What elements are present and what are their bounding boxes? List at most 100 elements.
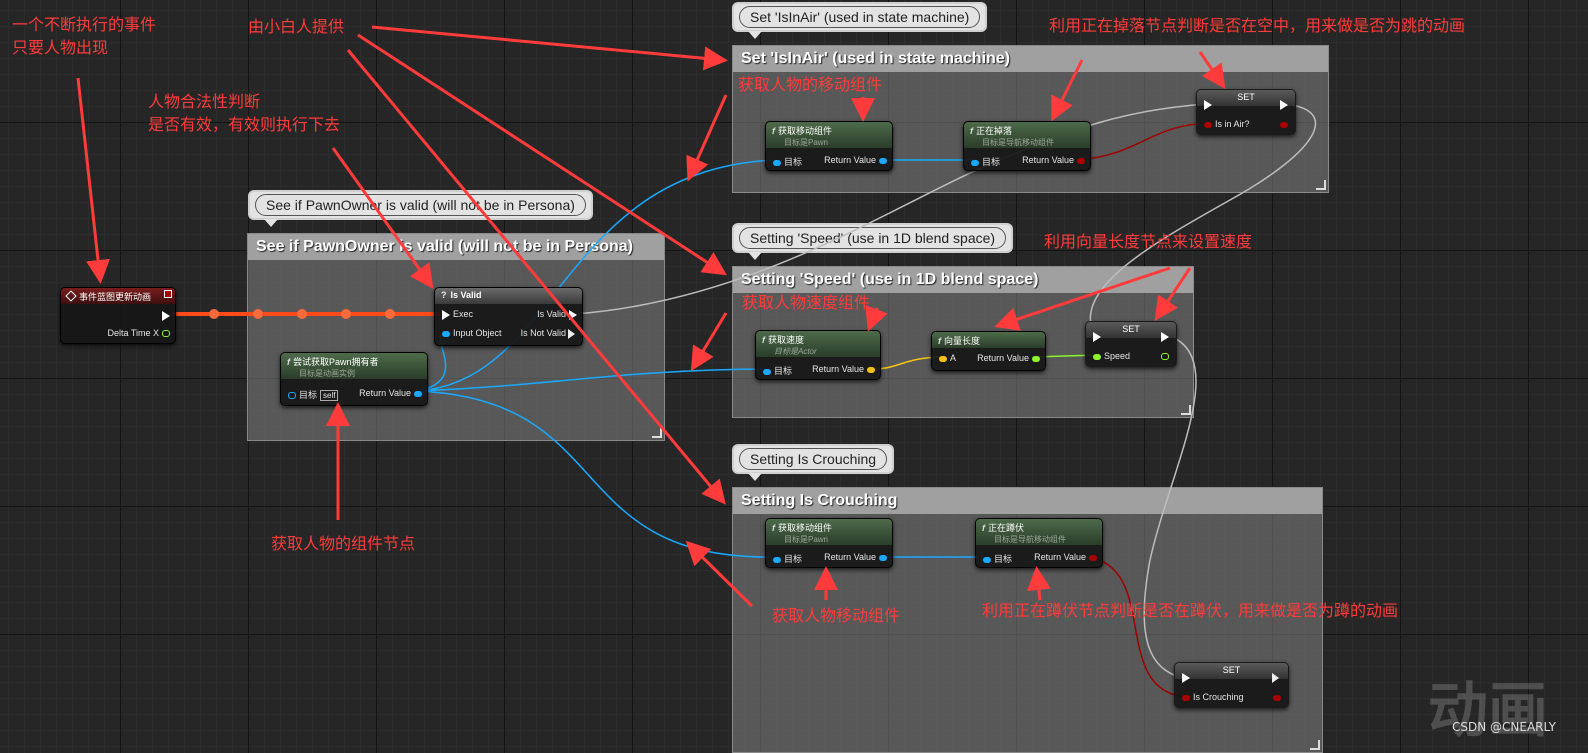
resize-handle[interactable] (652, 428, 662, 438)
comment-title: See if PawnOwner is valid (will not be i… (248, 234, 664, 260)
target-input-pin[interactable]: 目标 (770, 155, 802, 168)
is-in-air-pin[interactable]: Is in Air? (1201, 119, 1250, 129)
target-input-pin[interactable]: 目标 (968, 155, 1000, 168)
node-title: 正在掉落 (976, 126, 1013, 136)
exec-input-pin[interactable]: Exec (439, 309, 473, 320)
comment-bubble-pawn-valid[interactable]: See if PawnOwner is valid (will not be i… (248, 190, 593, 227)
pin-label: Exec (453, 309, 474, 319)
pin-label: Return Value (812, 364, 864, 374)
exec-output-pin[interactable] (1158, 331, 1172, 342)
bool-pin-icon (1273, 694, 1281, 701)
node-title: 获取移动组件 (778, 523, 833, 533)
node-subtitle: 目标是Pawn (784, 535, 829, 544)
is-crouching-node[interactable]: f 正在蹲伏 目标是导航移动组件 目标 Return Value (975, 518, 1103, 568)
node-header[interactable]: f 获取移动组件 目标是Pawn (766, 122, 892, 148)
pin-label: 目标 (299, 390, 318, 400)
target-input-pin[interactable]: 目标 self (285, 388, 339, 401)
self-default-value[interactable]: self (320, 390, 339, 401)
is-crouching-pin[interactable]: Is Crouching (1179, 692, 1244, 702)
comment-bubble-crouch[interactable]: Setting Is Crouching (732, 444, 895, 481)
float-pin-icon (1032, 355, 1040, 362)
target-input-pin[interactable]: 目标 (770, 552, 802, 565)
vector-pin-icon (939, 355, 947, 362)
bool-pin-icon (1077, 157, 1085, 164)
is-not-valid-output-pin[interactable]: Is Not Valid (521, 328, 580, 339)
return-value-pin[interactable]: Return Value (1034, 552, 1100, 562)
pin-label: Speed (1104, 351, 1131, 361)
exec-pin-icon (442, 309, 450, 320)
return-value-pin[interactable]: Return Value (812, 364, 878, 374)
resize-handle[interactable] (1316, 180, 1326, 190)
return-value-pin[interactable]: Return Value (359, 388, 425, 398)
node-close-icon[interactable] (164, 290, 172, 298)
set-speed-node[interactable]: SET Speed (1085, 321, 1177, 367)
get-velocity-node[interactable]: f 获取速度 目标是Actor 目标 Return Value (755, 330, 881, 380)
pin-label: 目标 (774, 366, 793, 376)
speed-pin[interactable]: Speed (1090, 351, 1130, 361)
a-input-pin[interactable]: A (936, 353, 956, 363)
get-movement-component-node-2[interactable]: f 获取移动组件 目标是Pawn 目标 Return Value (765, 518, 893, 568)
node-header[interactable]: f 尝试获取Pawn拥有者 目标是动画实例 (281, 353, 427, 379)
get-movement-component-node-1[interactable]: f 获取移动组件 目标是Pawn 目标 Return Value (765, 121, 893, 171)
delta-time-pin[interactable]: Delta Time X (107, 328, 173, 338)
return-value-pin[interactable]: Return Value (824, 552, 890, 562)
annotation-get-speed: 获取人物速度组件 (742, 293, 871, 312)
object-pin-icon (983, 556, 991, 563)
pin-label: Return Value (977, 353, 1029, 363)
return-value-pin[interactable]: Return Value (977, 353, 1043, 363)
input-object-pin[interactable]: Input Object (439, 328, 502, 338)
exec-output-pin[interactable] (1277, 99, 1291, 110)
function-icon: f (970, 126, 973, 136)
pin-label: Return Value (824, 155, 876, 165)
node-header[interactable]: 事件蓝图更新动画 (61, 288, 175, 304)
float-pin-icon (1161, 353, 1169, 361)
pin-label: 目标 (784, 554, 803, 564)
node-header[interactable]: f 获取速度 目标是Actor (756, 331, 880, 357)
node-header[interactable]: ? Is Valid (435, 288, 582, 304)
exec-hollow-pin-icon (1272, 672, 1281, 683)
exec-input-pin[interactable] (1179, 672, 1193, 683)
exec-pin-icon (569, 309, 577, 320)
event-blueprint-update-animation-node[interactable]: 事件蓝图更新动画 Delta Time X (60, 287, 176, 344)
exec-pin-icon (1161, 331, 1169, 342)
graph-watermark: 动画 (1428, 676, 1548, 746)
resize-handle[interactable] (1310, 740, 1320, 750)
is-in-air-output-pin[interactable] (1277, 119, 1291, 129)
node-title: SET (1222, 665, 1241, 675)
is-falling-node[interactable]: f 正在掉落 目标是导航移动组件 目标 Return Value (963, 121, 1091, 171)
is-valid-output-pin[interactable]: Is Valid (537, 309, 580, 320)
is-crouching-output-pin[interactable] (1270, 692, 1284, 702)
bool-pin-icon (1089, 554, 1097, 561)
annotation-get-component: 获取人物的组件节点 (271, 534, 416, 553)
comment-bubble-speed[interactable]: Setting 'Speed' (use in 1D blend space) (732, 223, 1014, 260)
node-header[interactable]: f 正在蹲伏 目标是导航移动组件 (976, 519, 1102, 545)
is-valid-node[interactable]: ? Is Valid Exec Input Object Is Valid Is … (434, 287, 583, 346)
node-header[interactable]: f 向量长度 (932, 332, 1045, 348)
annotation-arrow (371, 25, 728, 71)
vector-length-node[interactable]: f 向量长度 A Return Value (931, 331, 1046, 371)
object-pin-icon (288, 392, 296, 400)
resize-handle[interactable] (1181, 405, 1191, 415)
target-input-pin[interactable]: 目标 (980, 552, 1012, 565)
exec-output-pin[interactable] (1270, 672, 1284, 683)
speed-output-pin[interactable] (1158, 351, 1172, 361)
exec-input-pin[interactable] (1090, 331, 1104, 342)
pin-label: 目标 (982, 157, 1001, 167)
pin-label: Return Value (359, 388, 411, 398)
function-icon: f (938, 336, 941, 346)
exec-wire-bead (209, 309, 219, 319)
annotation-valid-note-1: 人物合法性判断 (148, 92, 261, 111)
node-header[interactable]: f 获取移动组件 目标是Pawn (766, 519, 892, 545)
exec-pin-icon (1182, 672, 1190, 683)
return-value-pin[interactable]: Return Value (824, 155, 890, 165)
set-is-in-air-node[interactable]: SET Is in Air? (1196, 89, 1296, 135)
return-value-pin[interactable]: Return Value (1022, 155, 1088, 165)
set-is-crouching-node[interactable]: SET Is Crouching (1174, 662, 1289, 708)
exec-input-pin[interactable] (1201, 99, 1215, 110)
exec-output-pin[interactable] (159, 310, 173, 321)
author-credit: CSDN @CNEARLY (1452, 720, 1556, 734)
comment-bubble-in-air[interactable]: Set 'IsInAir' (used in state machine) (732, 2, 988, 39)
target-input-pin[interactable]: 目标 (760, 364, 792, 377)
try-get-pawn-owner-node[interactable]: f 尝试获取Pawn拥有者 目标是动画实例 目标 self Return Value (280, 352, 428, 406)
node-header[interactable]: f 正在掉落 目标是导航移动组件 (964, 122, 1090, 148)
